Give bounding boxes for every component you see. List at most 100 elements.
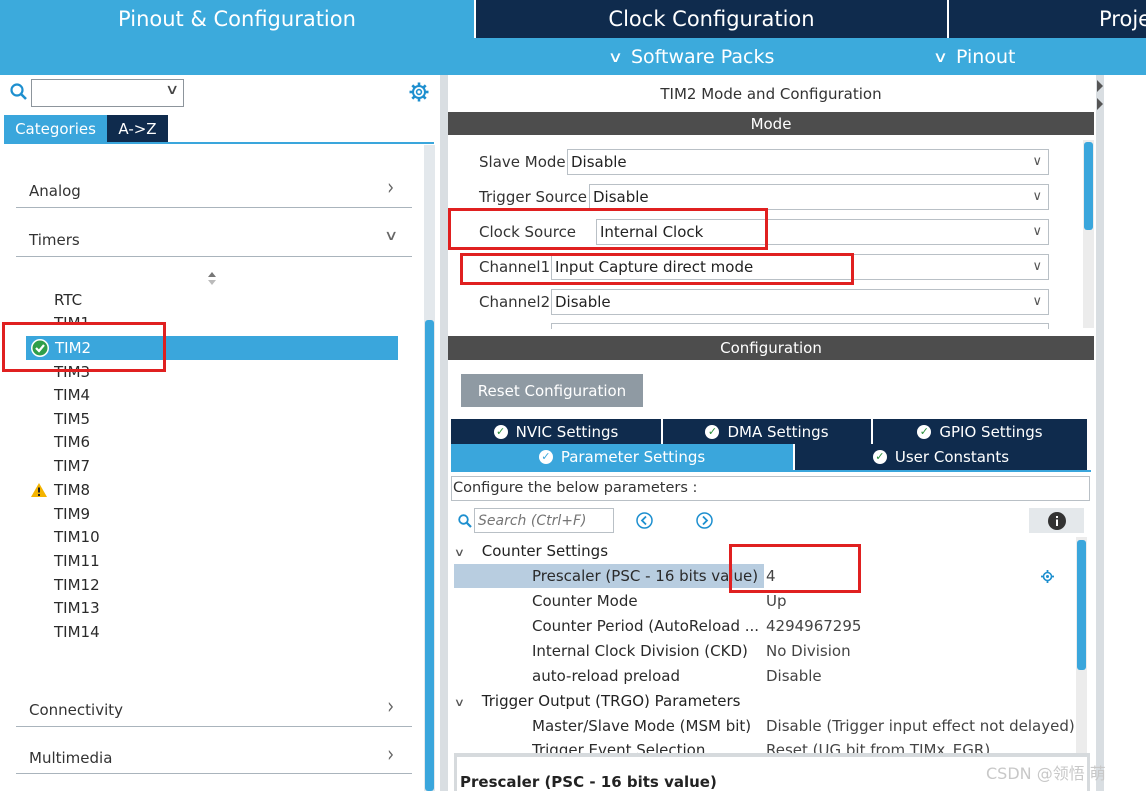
gear-icon[interactable] [1040,569,1055,584]
timer-item-tim5[interactable]: TIM5 [54,408,90,430]
category-label: Analog [29,182,81,200]
param-name-counter-period[interactable]: Counter Period (AutoReload ... [532,614,759,638]
slave-mode-select[interactable]: Disable ∨ [567,149,1049,175]
chevron-down-icon: ∨ [932,48,949,66]
category-connectivity[interactable]: Connectivity › [16,694,412,725]
tab-label: NVIC Settings [515,422,619,441]
search-combobox[interactable]: ∨ [31,79,184,107]
chevron-down-icon: ∨ [383,228,399,244]
tab-categories[interactable]: Categories [4,115,107,142]
reset-configuration-button[interactable]: Reset Configuration [461,374,643,407]
tab-a-z[interactable]: A->Z [107,115,168,142]
configuration-header-label: Configuration [720,339,822,357]
chevron-right-icon: › [387,175,394,201]
timer-item-tim7[interactable]: TIM7 [54,455,90,477]
tab-clock-configuration[interactable]: Clock Configuration [476,0,947,38]
chevron-down-icon: ∨ [1032,154,1042,169]
gear-icon[interactable] [408,81,430,103]
divider [16,773,412,774]
sort-arrows-icon[interactable] [205,270,219,286]
tab-label: Categories [15,119,96,138]
channel1-highlight-box [460,253,854,285]
clock-source-highlight-box [448,208,768,250]
chevron-down-icon: ∨ [164,82,180,98]
trigger-output-group[interactable]: ∨ Trigger Output (TRGO) Parameters [453,689,741,713]
channel2-label: Channel2 [479,293,551,311]
tab-user-constants[interactable]: ✓ User Constants [795,444,1087,470]
chevron-down-icon: ∨ [1032,224,1042,239]
divider [16,207,412,208]
left-scrollbar-thumb[interactable] [425,320,434,791]
select-value: Disable [593,188,649,206]
timer-item-rtc[interactable]: RTC [54,289,82,311]
timer-item-tim11[interactable]: TIM11 [54,550,100,572]
param-value-auto-reload-preload[interactable]: Disable [766,664,822,688]
param-name-clock-division[interactable]: Internal Clock Division (CKD) [532,639,748,663]
menu-label: Pinout [955,46,1016,68]
param-value-clock-division[interactable]: No Division [766,639,851,663]
tab-label: Parameter Settings [560,448,706,466]
channel3-select-partial[interactable] [551,323,1049,329]
select-value: Disable [571,153,627,171]
prescaler-highlight-box [729,544,861,593]
configuration-header: Configuration [448,336,1094,360]
software-packs-menu[interactable]: ∨ Software Packs [608,43,775,71]
collapse-strip[interactable] [1096,75,1104,791]
category-multimedia[interactable]: Multimedia › [16,742,412,773]
param-value-counter-period[interactable]: 4294967295 [766,614,861,638]
pinout-menu[interactable]: ∨ Pinout [932,43,1016,71]
collapse-arrow-icon[interactable] [1096,78,1104,112]
timer-item-tim10[interactable]: TIM10 [54,526,100,548]
info-button[interactable] [1029,508,1084,533]
timer-item-tim12[interactable]: TIM12 [54,574,100,596]
timer-item-tim9[interactable]: TIM9 [54,503,90,525]
tab-project-manager[interactable]: Proje [949,0,1146,38]
divider [16,256,412,257]
category-label: Multimedia [29,749,113,767]
param-name-counter-mode[interactable]: Counter Mode [532,589,638,613]
mode-header-label: Mode [750,114,792,133]
param-value-msm[interactable]: Disable (Trigger input effect not delaye… [766,714,1075,738]
counter-settings-group[interactable]: ∨ Counter Settings [454,539,608,563]
trigger-source-select[interactable]: Disable ∨ [589,184,1049,210]
param-value-trigger-event[interactable]: Reset (UG bit from TIMx_EGR) [766,739,990,753]
parameter-search-input[interactable] [474,508,614,533]
search-icon [9,82,29,102]
warning-icon [30,482,48,498]
slave-mode-label: Slave Mode [479,153,566,171]
timer-item-tim13[interactable]: TIM13 [54,597,100,619]
timer-item-tim14[interactable]: TIM14 [54,621,100,643]
category-timers[interactable]: Timers ∨ [16,226,412,254]
check-icon: ✓ [493,424,508,439]
chevron-down-icon: ∨ [453,696,466,709]
tab-gpio-settings[interactable]: ✓ GPIO Settings [873,419,1087,444]
watermark: CSDN @领悟 萌 [986,764,1106,783]
param-name-auto-reload-preload[interactable]: auto-reload preload [532,664,680,688]
previous-result-icon[interactable] [635,511,654,530]
tab-nvic-settings[interactable]: ✓ NVIC Settings [451,419,661,444]
panel-title: TIM2 Mode and Configuration [660,85,882,103]
param-scrollbar-thumb[interactable] [1077,540,1086,670]
mode-scrollbar-thumb[interactable] [1084,142,1093,230]
check-icon: ✓ [917,424,932,439]
chevron-right-icon: › [387,694,394,720]
tab-pinout-configuration[interactable]: Pinout & Configuration [0,0,474,38]
tab-label: GPIO Settings [939,422,1043,441]
param-name-msm[interactable]: Master/Slave Mode (MSM bit) [532,714,751,738]
trigger-source-label: Trigger Source [479,188,588,206]
timer-item-tim8[interactable]: TIM8 [54,479,90,501]
tim2-highlight-box [2,322,166,372]
channel2-select[interactable]: Disable ∨ [551,289,1049,315]
panel-divider[interactable] [440,75,448,791]
tab-parameter-settings[interactable]: ✓ Parameter Settings [451,444,793,470]
param-name-prescaler[interactable]: Prescaler (PSC - 16 bits value) [532,564,758,588]
tab-underline [4,142,434,144]
description-title: Prescaler (PSC - 16 bits value) [460,773,717,791]
category-analog[interactable]: Analog › [16,175,412,206]
tab-dma-settings[interactable]: ✓ DMA Settings [663,419,871,444]
timer-item-tim6[interactable]: TIM6 [54,431,90,453]
param-name-trigger-event[interactable]: Trigger Event Selection [532,739,705,753]
next-result-icon[interactable] [695,511,714,530]
timer-item-tim4[interactable]: TIM4 [54,384,90,406]
tab-label: Clock Configuration [608,7,815,31]
